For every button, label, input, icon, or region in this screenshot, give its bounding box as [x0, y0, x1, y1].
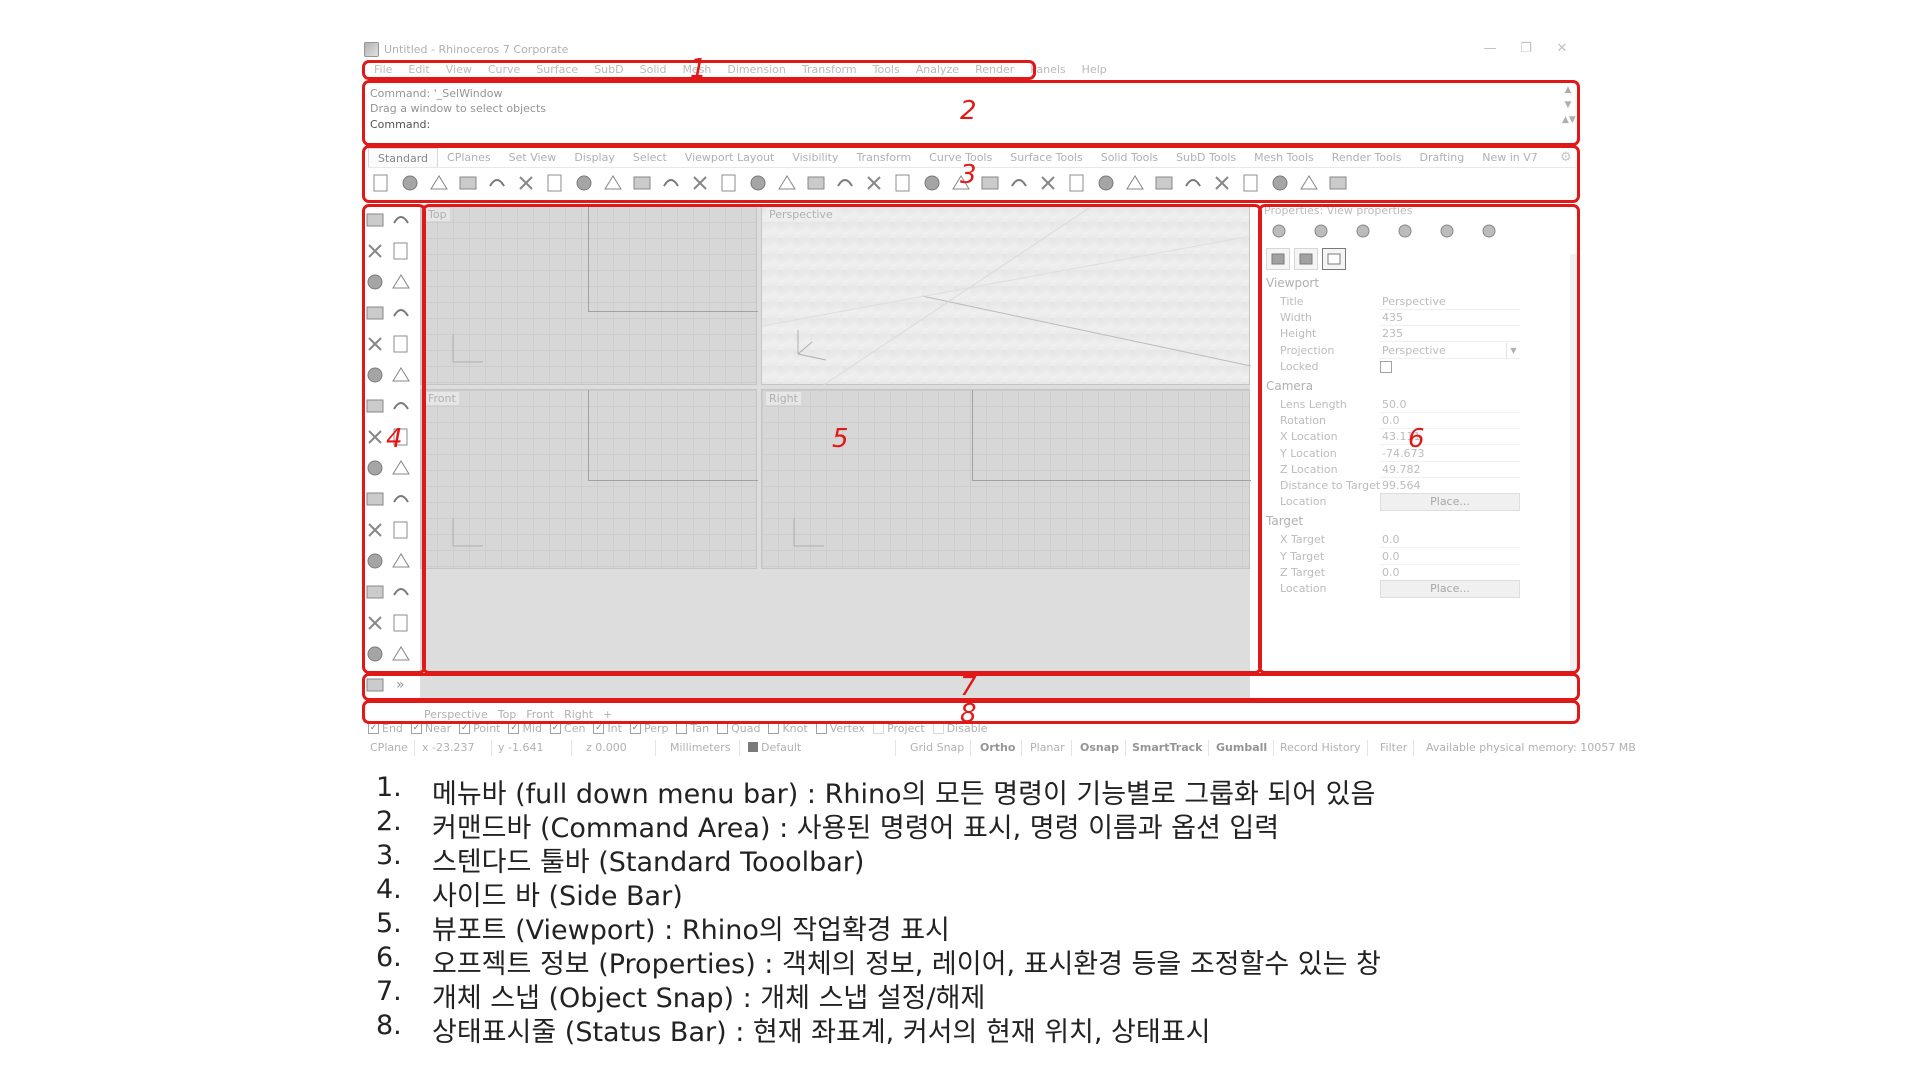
osnap-checkbox[interactable]: ✓ — [508, 722, 520, 734]
legend-item: 1. 메뉴바 (full down menu bar) : Rhino의 모든 명… — [376, 772, 1576, 810]
legend-item: 8. 상태표시줄 (Status Bar) : 현재 좌표계, 커서의 현재 위치… — [376, 1010, 1576, 1048]
osnap-checkbox[interactable] — [815, 722, 827, 734]
osnap-checkbox[interactable] — [676, 722, 688, 734]
legend-number: 5. — [376, 908, 402, 939]
minimize-icon[interactable]: — — [1478, 39, 1502, 59]
legend-number: 4. — [376, 874, 402, 905]
cursor-y: y -1.641 — [492, 740, 572, 756]
osnap-checkbox[interactable]: ✓ — [368, 722, 379, 734]
annotation-number: 6 — [1408, 424, 1425, 454]
legend-number: 6. — [376, 942, 402, 973]
status-bar: CPlane x -23.237 y -1.641 z 0.000 Millim… — [364, 740, 1636, 756]
osnap-checkbox[interactable]: ✓ — [459, 722, 471, 734]
units-label[interactable]: Millimeters — [664, 740, 740, 756]
osnap-checkbox[interactable]: ✓ — [550, 722, 562, 734]
slide: Untitled - Rhinoceros 7 Corporate — ❐ ✕ … — [0, 0, 1920, 1080]
legend-text: 상태표시줄 (Status Bar) : 현재 좌표계, 커서의 현재 위치, … — [432, 1017, 1211, 1048]
legend-item: 2. 커맨드바 (Command Area) : 사용된 명령어 표시, 명령 이… — [376, 806, 1576, 844]
filter-button[interactable]: Filter — [1374, 740, 1415, 756]
close-icon[interactable]: ✕ — [1550, 39, 1574, 59]
annotation-number: 3 — [960, 160, 977, 190]
restore-icon[interactable]: ❐ — [1514, 39, 1538, 59]
cursor-z: z 0.000 — [580, 740, 656, 756]
osnap-toggle[interactable]: Osnap — [1074, 740, 1127, 756]
osnap-checkbox[interactable]: ✓ — [629, 722, 641, 734]
annotation-number: 7 — [960, 672, 977, 702]
legend-number: 1. — [376, 772, 402, 803]
legend-item: 4. 사이드 바 (Side Bar) — [376, 874, 1576, 912]
window-title: Untitled - Rhinoceros 7 Corporate — [384, 43, 569, 56]
smarttrack-toggle[interactable]: SmartTrack — [1126, 740, 1210, 756]
layer-name: Default — [761, 741, 802, 754]
osnap-checkbox[interactable]: ✓ — [410, 722, 422, 734]
menu-item[interactable]: Help — [1074, 62, 1115, 78]
annotation-number: 8 — [960, 699, 977, 729]
annotation-number: 1 — [690, 54, 707, 84]
osnap-checkbox[interactable] — [932, 722, 944, 734]
osnap-checkbox[interactable] — [717, 722, 729, 734]
ortho-toggle[interactable]: Ortho — [974, 740, 1023, 756]
legend-number: 7. — [376, 976, 402, 1007]
current-layer[interactable]: Default — [742, 740, 896, 756]
title-bar: Untitled - Rhinoceros 7 Corporate — ❐ ✕ — [360, 36, 1582, 62]
legend-item: 7. 개체 스냅 (Object Snap) : 개체 스냅 설정/해제 — [376, 976, 1576, 1014]
layer-color-swatch — [748, 742, 758, 752]
osnap-checkbox[interactable] — [873, 722, 885, 734]
memory-status: Available physical memory: 10057 MB — [1426, 741, 1636, 754]
legend-number: 2. — [376, 806, 402, 837]
legend-item: 5. 뷰포트 (Viewport) : Rhino의 작업확경 표시 — [376, 908, 1576, 946]
legend-item: 6. 오프젝트 정보 (Properties) : 객체의 정보, 레이어, 표시… — [376, 942, 1576, 980]
osnap-checkbox[interactable]: ✓ — [593, 722, 605, 734]
planar-toggle[interactable]: Planar — [1024, 740, 1072, 756]
grid-snap-toggle[interactable]: Grid Snap — [904, 740, 972, 756]
rhino-app-icon — [364, 42, 379, 57]
cursor-x: x -23.237 — [416, 740, 492, 756]
record-history-toggle[interactable]: Record History — [1274, 740, 1368, 756]
annotation-number: 4 — [386, 424, 403, 454]
annotation-number: 2 — [960, 96, 977, 126]
legend-item: 3. 스텐다드 툴바 (Standard Tooolbar) — [376, 840, 1576, 878]
legend-list: 1. 메뉴바 (full down menu bar) : Rhino의 모든 명… — [376, 772, 1576, 1048]
legend-number: 3. — [376, 840, 402, 871]
cplane-label[interactable]: CPlane — [364, 740, 415, 756]
legend-number: 8. — [376, 1010, 402, 1041]
annotation-number: 5 — [832, 424, 849, 454]
osnap-checkbox[interactable] — [768, 722, 780, 734]
gumball-toggle[interactable]: Gumball — [1210, 740, 1275, 756]
